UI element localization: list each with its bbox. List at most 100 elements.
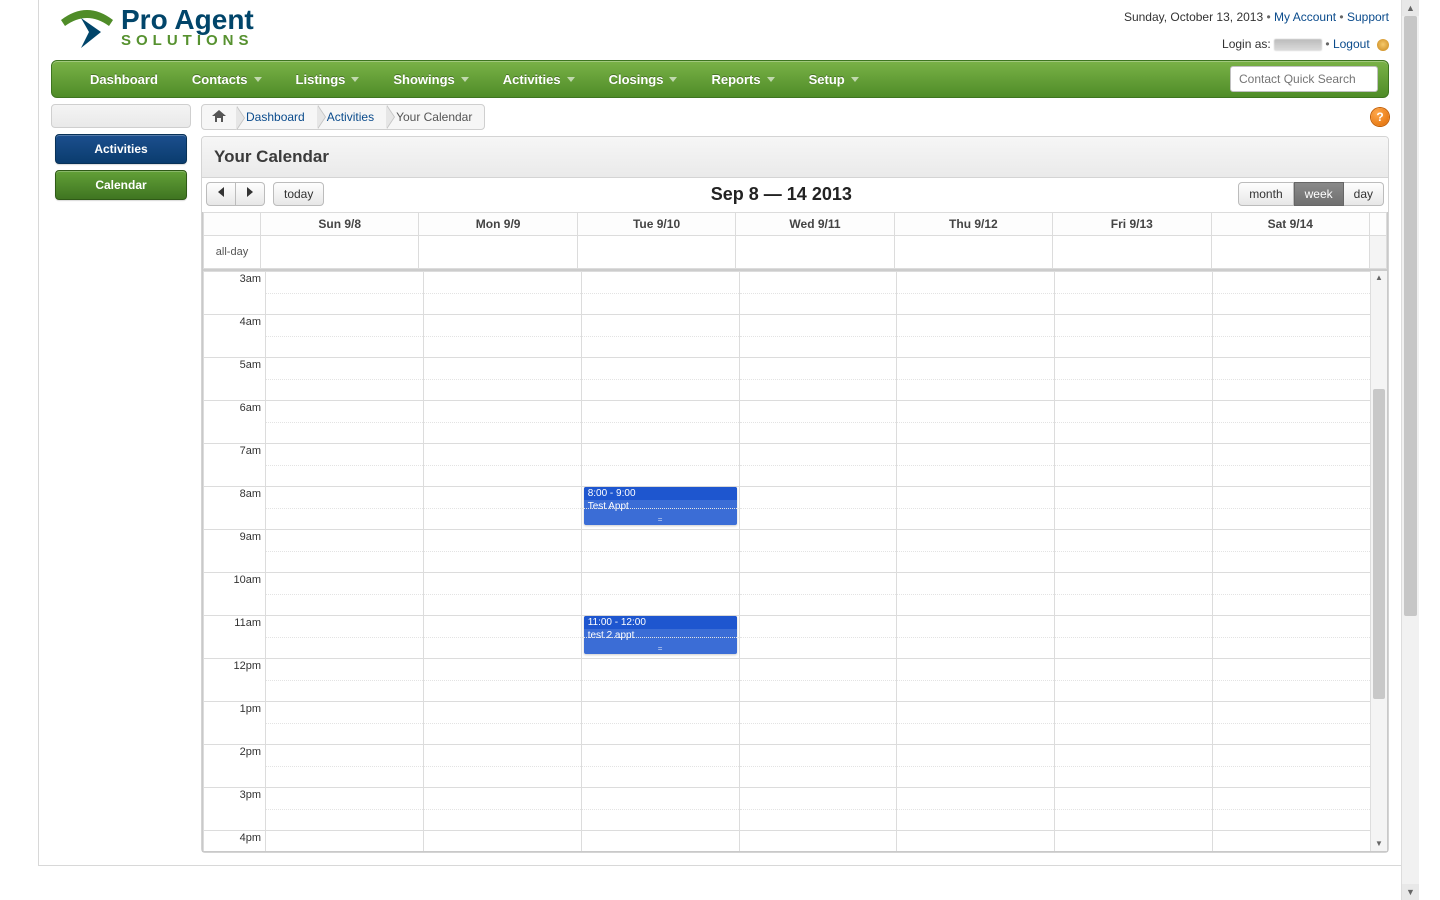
time-slot[interactable] (1055, 487, 1213, 530)
time-slot[interactable] (581, 401, 739, 444)
time-slot[interactable] (266, 831, 424, 852)
time-slot[interactable] (1055, 358, 1213, 401)
scroll-up-icon[interactable]: ▲ (1402, 0, 1419, 16)
time-slot[interactable] (266, 616, 424, 659)
time-slot[interactable]: 11:00 - 12:00test 2 appt= (581, 616, 739, 659)
nav-item-dashboard[interactable]: Dashboard (76, 66, 172, 93)
time-slot[interactable] (581, 702, 739, 745)
breadcrumb-activities[interactable]: Activities (317, 105, 386, 129)
time-slot[interactable] (581, 315, 739, 358)
allday-cell[interactable] (261, 236, 419, 269)
time-slot[interactable] (423, 745, 581, 788)
time-slot[interactable] (1213, 358, 1371, 401)
time-slot[interactable] (739, 487, 897, 530)
time-slot[interactable] (1055, 831, 1213, 852)
time-slot[interactable] (266, 659, 424, 702)
logo[interactable]: Pro Agent SOLUTIONS (59, 4, 254, 50)
time-slot[interactable] (581, 272, 739, 315)
time-slot[interactable] (423, 401, 581, 444)
time-slot[interactable] (1055, 573, 1213, 616)
time-slot[interactable] (581, 831, 739, 852)
time-slot[interactable] (423, 831, 581, 852)
time-slot[interactable] (1213, 272, 1371, 315)
allday-cell[interactable] (1211, 236, 1369, 269)
breadcrumb-dashboard[interactable]: Dashboard (236, 105, 317, 129)
time-slot[interactable] (1213, 831, 1371, 852)
time-slot[interactable] (739, 616, 897, 659)
time-slot[interactable] (581, 573, 739, 616)
calendar-event[interactable]: 11:00 - 12:00test 2 appt= (584, 616, 737, 654)
time-slot[interactable] (266, 788, 424, 831)
next-button[interactable] (236, 182, 265, 206)
time-slot[interactable] (1213, 659, 1371, 702)
help-icon[interactable]: ? (1371, 108, 1389, 126)
allday-cell[interactable] (894, 236, 1052, 269)
time-slot[interactable] (1213, 444, 1371, 487)
my-account-link[interactable]: My Account (1274, 10, 1336, 24)
time-slot[interactable] (423, 444, 581, 487)
nav-item-closings[interactable]: Closings (595, 66, 692, 93)
time-slot[interactable] (897, 487, 1055, 530)
time-slot[interactable] (897, 401, 1055, 444)
time-slot[interactable] (423, 487, 581, 530)
time-slot[interactable] (1213, 573, 1371, 616)
time-slot[interactable] (423, 702, 581, 745)
prev-button[interactable] (206, 182, 236, 206)
time-slot[interactable] (739, 788, 897, 831)
scrollbar-thumb[interactable] (1373, 389, 1385, 699)
time-slot[interactable] (897, 745, 1055, 788)
time-slot[interactable] (423, 315, 581, 358)
time-slot[interactable] (897, 702, 1055, 745)
time-slot[interactable] (897, 272, 1055, 315)
calendar-event[interactable]: 8:00 - 9:00Test Appt= (584, 487, 737, 525)
time-slot[interactable] (739, 530, 897, 573)
contact-quick-search-input[interactable] (1230, 66, 1378, 92)
time-slot[interactable] (266, 487, 424, 530)
time-slot[interactable] (423, 788, 581, 831)
time-slot[interactable] (739, 702, 897, 745)
today-button[interactable]: today (273, 182, 324, 206)
time-slot[interactable] (1055, 702, 1213, 745)
view-month-button[interactable]: month (1238, 182, 1293, 206)
time-slot[interactable] (1055, 444, 1213, 487)
time-slot[interactable] (897, 315, 1055, 358)
time-slot[interactable] (1055, 616, 1213, 659)
calendar-scrollbar[interactable]: ▲ ▼ (1370, 271, 1387, 851)
time-slot[interactable] (1213, 788, 1371, 831)
time-slot[interactable] (423, 358, 581, 401)
allday-cell[interactable] (419, 236, 577, 269)
scroll-up-icon[interactable]: ▲ (1371, 271, 1387, 285)
allday-cell[interactable] (736, 236, 894, 269)
time-slot[interactable] (1213, 702, 1371, 745)
sidebar-activities-button[interactable]: Activities (55, 134, 187, 164)
time-slot[interactable] (423, 272, 581, 315)
time-slot[interactable] (1213, 530, 1371, 573)
time-slot[interactable] (739, 831, 897, 852)
time-slot[interactable] (423, 530, 581, 573)
time-slot[interactable] (1213, 315, 1371, 358)
time-slot[interactable] (266, 745, 424, 788)
nav-item-activities[interactable]: Activities (489, 66, 589, 93)
time-slot[interactable] (1055, 315, 1213, 358)
time-slot[interactable] (897, 788, 1055, 831)
time-slot[interactable] (1055, 788, 1213, 831)
time-slot[interactable] (266, 573, 424, 616)
scroll-down-icon[interactable]: ▼ (1371, 837, 1387, 851)
time-slot[interactable] (581, 530, 739, 573)
sidebar-calendar-button[interactable]: Calendar (55, 170, 187, 200)
time-slot[interactable] (739, 401, 897, 444)
time-slot[interactable] (739, 444, 897, 487)
allday-cell[interactable] (1053, 236, 1211, 269)
time-slot[interactable] (423, 659, 581, 702)
time-slot[interactable] (266, 702, 424, 745)
time-slot[interactable] (739, 315, 897, 358)
support-link[interactable]: Support (1347, 10, 1389, 24)
allday-cell[interactable] (577, 236, 735, 269)
time-slot[interactable]: 8:00 - 9:00Test Appt= (581, 487, 739, 530)
view-week-button[interactable]: week (1294, 182, 1344, 206)
time-slot[interactable] (897, 444, 1055, 487)
time-slot[interactable] (897, 616, 1055, 659)
time-slot[interactable] (423, 573, 581, 616)
time-slot[interactable] (739, 272, 897, 315)
time-slot[interactable] (739, 358, 897, 401)
